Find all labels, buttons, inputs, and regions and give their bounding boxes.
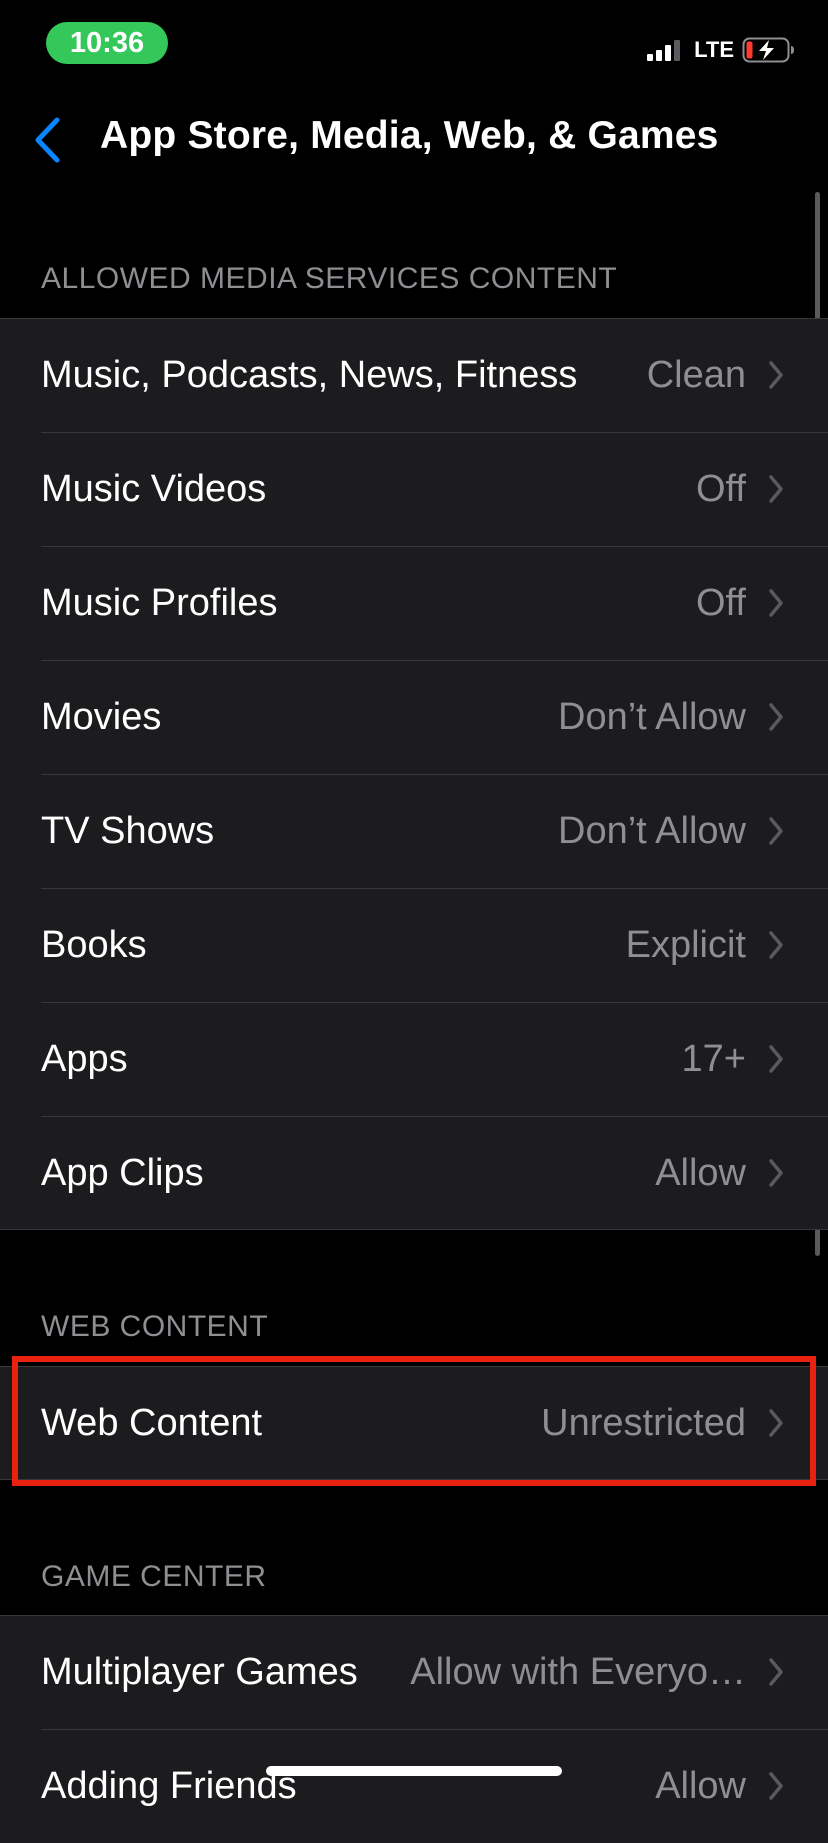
setting-label: TV Shows — [41, 809, 215, 852]
chevron-right-icon — [766, 815, 786, 847]
back-button[interactable] — [22, 112, 72, 168]
setting-value: Don’t Allow — [558, 809, 746, 852]
setting-label: Adding Friends — [41, 1764, 297, 1807]
setting-row-apps[interactable]: Apps 17+ — [0, 1002, 828, 1116]
media-settings-group: Music, Podcasts, News, Fitness Clean Mus… — [0, 318, 828, 1230]
cellular-signal-icon — [647, 39, 681, 61]
chevron-left-icon — [35, 117, 60, 163]
setting-value: Off — [696, 581, 746, 624]
chevron-right-icon — [766, 1043, 786, 1075]
status-indicators: LTE — [647, 36, 796, 64]
navigation-bar: App Store, Media, Web, & Games — [0, 96, 828, 184]
setting-value: Explicit — [625, 923, 746, 966]
setting-value: 17+ — [681, 1037, 746, 1080]
section-header-media: ALLOWED MEDIA SERVICES CONTENT — [41, 262, 618, 295]
chevron-right-icon — [766, 473, 786, 505]
setting-label: Movies — [41, 695, 162, 738]
chevron-right-icon — [766, 587, 786, 619]
status-time: 10:36 — [46, 22, 168, 64]
home-indicator[interactable] — [266, 1766, 562, 1776]
setting-row-tv-shows[interactable]: TV Shows Don’t Allow — [0, 774, 828, 888]
setting-row-multiplayer-games[interactable]: Multiplayer Games Allow with Everyo… — [0, 1615, 828, 1729]
section-header-web: WEB CONTENT — [41, 1310, 269, 1343]
setting-label: Music Profiles — [41, 581, 278, 624]
battery-charging-icon — [742, 37, 794, 63]
setting-value: Allow with Everyo… — [410, 1650, 746, 1693]
setting-value: Clean — [646, 353, 746, 396]
setting-row-web-content[interactable]: Web Content Unrestricted — [0, 1366, 828, 1480]
setting-row-movies[interactable]: Movies Don’t Allow — [0, 660, 828, 774]
game-center-settings-group: Multiplayer Games Allow with Everyo… Add… — [0, 1615, 828, 1843]
setting-row-books[interactable]: Books Explicit — [0, 888, 828, 1002]
setting-label: Music Videos — [41, 467, 267, 510]
setting-label: Music, Podcasts, News, Fitness — [41, 353, 578, 396]
chevron-right-icon — [766, 1656, 786, 1688]
network-type: LTE — [694, 37, 734, 62]
page-title: App Store, Media, Web, & Games — [100, 114, 719, 157]
setting-label: Books — [41, 923, 147, 966]
setting-value: Unrestricted — [541, 1401, 746, 1444]
section-header-game-center: GAME CENTER — [41, 1560, 267, 1593]
setting-value: Don’t Allow — [558, 695, 746, 738]
setting-row-music-profiles[interactable]: Music Profiles Off — [0, 546, 828, 660]
setting-label: App Clips — [41, 1151, 204, 1194]
chevron-right-icon — [766, 929, 786, 961]
setting-row-music-podcasts[interactable]: Music, Podcasts, News, Fitness Clean — [0, 318, 828, 432]
setting-label: Multiplayer Games — [41, 1650, 358, 1693]
setting-value: Off — [696, 467, 746, 510]
setting-row-adding-friends[interactable]: Adding Friends Allow — [0, 1729, 828, 1843]
chevron-right-icon — [766, 1770, 786, 1802]
chevron-right-icon — [766, 359, 786, 391]
setting-label: Web Content — [41, 1401, 263, 1444]
chevron-right-icon — [766, 1407, 786, 1439]
status-bar: 10:36 LTE — [0, 0, 828, 88]
chevron-right-icon — [766, 701, 786, 733]
setting-value: Allow — [655, 1764, 746, 1807]
setting-label: Apps — [41, 1037, 128, 1080]
web-settings-group: Web Content Unrestricted — [0, 1366, 828, 1480]
setting-row-app-clips[interactable]: App Clips Allow — [0, 1116, 828, 1230]
setting-row-music-videos[interactable]: Music Videos Off — [0, 432, 828, 546]
setting-value: Allow — [655, 1151, 746, 1194]
chevron-right-icon — [766, 1157, 786, 1189]
